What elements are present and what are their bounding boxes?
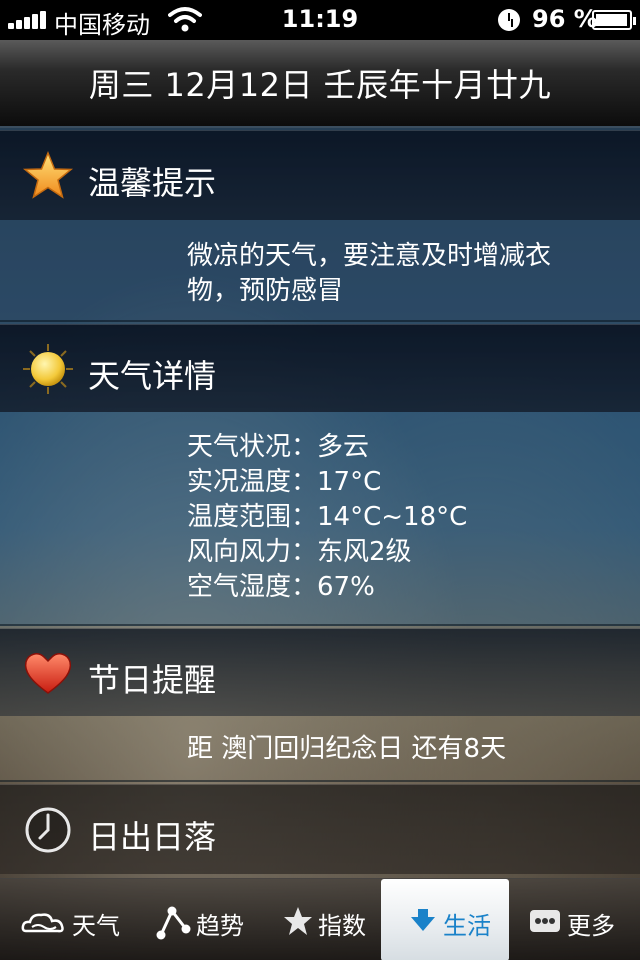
weather-details: 天气状况：多云 实况温度：17°C 温度范围：14°C~18°C 风向风力：东风…: [187, 430, 467, 605]
tab-more[interactable]: 更多: [509, 879, 640, 960]
date-header: 周三 12月12日 壬辰年十月廿九: [0, 40, 640, 128]
sun-icon: [23, 344, 73, 394]
tab-trend[interactable]: 趋势: [128, 879, 256, 960]
section-title-tips: 温馨提示: [88, 164, 217, 202]
weather-condition: 天气状况：多云: [187, 432, 370, 462]
section-body-tips: 微凉的天气，要注意及时增减衣 物，预防感冒: [0, 220, 640, 322]
section-title-weather: 天气详情: [88, 357, 217, 395]
heart-icon: [24, 653, 72, 694]
section-header-tips[interactable]: 温馨提示: [0, 130, 640, 220]
more-icon: [530, 910, 560, 932]
tips-text: 微凉的天气，要注意及时增减衣 物，预防感冒: [187, 239, 551, 309]
section-title-sunrise: 日出日落: [88, 818, 217, 856]
wind: 风向风力：东风2级: [187, 537, 412, 567]
alarm-icon: [498, 9, 520, 31]
clock-icon: [25, 807, 71, 853]
section-header-weather[interactable]: 天气详情: [0, 324, 640, 412]
tab-life[interactable]: 生活: [381, 879, 509, 960]
tab-label: 天气: [72, 912, 120, 940]
tips-line: 物，预防感冒: [187, 276, 344, 306]
section-body-festival: 距 澳门回归纪念日 还有8天: [0, 716, 640, 782]
index-icon: [284, 907, 312, 935]
status-bar: 中国移动 11:19 96 %: [0, 0, 640, 40]
tab-weather[interactable]: 天气: [0, 879, 128, 960]
tips-line: 微凉的天气，要注意及时增减衣: [187, 241, 552, 271]
tab-label: 生活: [443, 912, 491, 940]
tab-label: 趋势: [196, 912, 244, 940]
battery-percent: 96 %: [532, 5, 598, 33]
section-header-festival[interactable]: 节日提醒: [0, 628, 640, 716]
star-icon: [22, 151, 74, 199]
battery-icon: [592, 10, 636, 30]
trend-icon: [156, 906, 191, 940]
current-temperature: 实况温度：17°C: [187, 467, 382, 497]
festival-text: 距 澳门回归纪念日 还有8天: [187, 734, 507, 764]
tab-bar: 天气 趋势 指数 生活 更多: [0, 878, 640, 960]
section-header-sunrise[interactable]: 日出日落: [0, 784, 640, 874]
cloud-icon: [21, 913, 64, 933]
tab-label: 更多: [567, 912, 615, 940]
temperature-range: 温度范围：14°C~18°C: [187, 502, 468, 532]
life-icon: [411, 909, 435, 931]
tab-index[interactable]: 指数: [256, 879, 381, 960]
date-text: 周三 12月12日 壬辰年十月廿九: [88, 66, 552, 104]
section-body-weather: 天气状况：多云 实况温度：17°C 温度范围：14°C~18°C 风向风力：东风…: [0, 412, 640, 626]
humidity: 空气湿度：67%: [187, 572, 375, 602]
section-title-festival: 节日提醒: [88, 661, 217, 699]
tab-label: 指数: [318, 912, 366, 940]
